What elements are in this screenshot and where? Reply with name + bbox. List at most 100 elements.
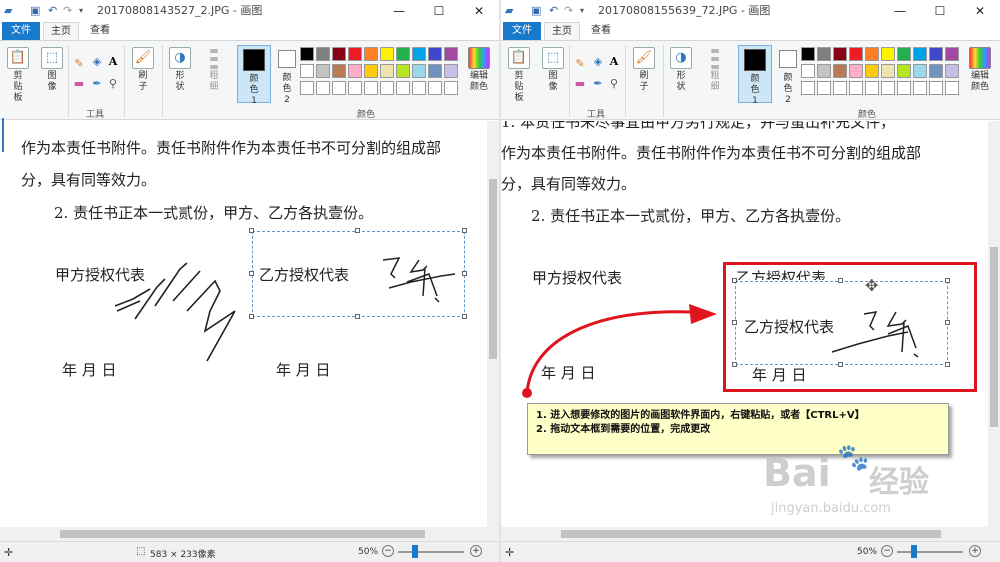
- pencil-icon[interactable]: ✎: [72, 57, 86, 71]
- save-icon[interactable]: ▣: [30, 4, 40, 18]
- canvas[interactable]: 1. 本责任书未尽事宜由甲方另行规定，并与蛮出补充文件， 作为本责任书附件。责任…: [501, 121, 988, 527]
- eraser-icon[interactable]: ▬: [573, 77, 587, 91]
- resize-handle[interactable]: [462, 271, 467, 276]
- image-button[interactable]: ⬚ 图像: [38, 47, 66, 93]
- color-picker-icon[interactable]: ✒: [90, 77, 104, 91]
- quick-access-dropdown-icon[interactable]: ▾: [580, 4, 584, 18]
- resize-handle[interactable]: [249, 271, 254, 276]
- resize-handle[interactable]: [249, 314, 254, 319]
- color-swatch[interactable]: [801, 81, 815, 95]
- color-swatch[interactable]: [396, 64, 410, 78]
- close-button[interactable]: ✕: [459, 0, 499, 22]
- magnifier-icon[interactable]: ⚲: [106, 77, 120, 91]
- shapes-button[interactable]: ◑ 形状: [667, 47, 695, 93]
- color-swatch[interactable]: [348, 64, 362, 78]
- color-swatch[interactable]: [412, 47, 426, 61]
- resize-handle[interactable]: [462, 314, 467, 319]
- brush-button[interactable]: 🖌 刷子: [630, 47, 658, 93]
- color-swatch[interactable]: [348, 47, 362, 61]
- color-swatch[interactable]: [364, 64, 378, 78]
- color-swatch[interactable]: [881, 81, 895, 95]
- color-swatch[interactable]: [913, 47, 927, 61]
- color-swatch[interactable]: [444, 47, 458, 61]
- zoom-in-button[interactable]: +: [470, 545, 482, 557]
- image-button[interactable]: ⬚ 图像: [539, 47, 567, 93]
- color-swatch[interactable]: [833, 47, 847, 61]
- color-swatch[interactable]: [817, 81, 831, 95]
- color-swatch[interactable]: [929, 64, 943, 78]
- color-swatch[interactable]: [300, 64, 314, 78]
- redo-icon[interactable]: ↷: [63, 4, 72, 18]
- color-swatch[interactable]: [332, 47, 346, 61]
- undo-icon[interactable]: ↶: [48, 4, 57, 18]
- color-swatch[interactable]: [380, 64, 394, 78]
- resize-handle[interactable]: [249, 228, 254, 233]
- color-swatch[interactable]: [865, 47, 879, 61]
- color-swatch[interactable]: [913, 81, 927, 95]
- maximize-button[interactable]: ☐: [920, 0, 960, 22]
- color-swatch[interactable]: [801, 64, 815, 78]
- color-swatch[interactable]: [364, 81, 378, 95]
- color-swatch[interactable]: [316, 47, 330, 61]
- color-swatch[interactable]: [913, 64, 927, 78]
- tab-view[interactable]: 查看: [82, 22, 118, 40]
- color-swatch[interactable]: [897, 64, 911, 78]
- tab-view[interactable]: 查看: [583, 22, 619, 40]
- edit-colors-button[interactable]: 编辑颜色: [465, 47, 493, 93]
- color1-button[interactable]: 颜色 1: [738, 45, 772, 106]
- zoom-slider-thumb[interactable]: [911, 545, 917, 558]
- color-swatch[interactable]: [817, 64, 831, 78]
- canvas[interactable]: 作为本责任书附件。责任书附件作为本责任书不可分割的组成部 分，具有同等效力。 2…: [0, 121, 487, 527]
- vertical-scrollbar[interactable]: [988, 121, 1000, 527]
- horizontal-scrollbar[interactable]: [0, 527, 499, 541]
- color-swatch[interactable]: [300, 47, 314, 61]
- brush-button[interactable]: 🖌 刷子: [129, 47, 157, 93]
- magnifier-icon[interactable]: ⚲: [607, 77, 621, 91]
- color2-button[interactable]: 颜色 2: [773, 45, 803, 106]
- color-swatch[interactable]: [801, 47, 815, 61]
- tab-home[interactable]: 主页: [43, 22, 79, 40]
- clipboard-button[interactable]: 📋 剪贴板: [505, 47, 533, 104]
- color-swatch[interactable]: [945, 64, 959, 78]
- color-swatch[interactable]: [428, 81, 442, 95]
- horizontal-scroll-thumb[interactable]: [60, 530, 425, 538]
- color-swatch[interactable]: [364, 47, 378, 61]
- zoom-out-button[interactable]: −: [881, 545, 893, 557]
- zoom-in-button[interactable]: +: [969, 545, 981, 557]
- minimize-button[interactable]: —: [880, 0, 920, 22]
- color-swatch[interactable]: [849, 47, 863, 61]
- color-swatch[interactable]: [444, 64, 458, 78]
- fill-icon[interactable]: ◈: [591, 55, 605, 69]
- color-swatch[interactable]: [316, 81, 330, 95]
- eraser-icon[interactable]: ▬: [72, 77, 86, 91]
- color-swatch[interactable]: [865, 64, 879, 78]
- color-swatch[interactable]: [929, 47, 943, 61]
- vertical-scroll-thumb[interactable]: [990, 247, 998, 427]
- edit-colors-button[interactable]: 编辑颜色: [966, 47, 994, 93]
- color-swatch[interactable]: [412, 64, 426, 78]
- color-swatch[interactable]: [945, 81, 959, 95]
- tab-home[interactable]: 主页: [544, 22, 580, 40]
- color-swatch[interactable]: [833, 64, 847, 78]
- zoom-out-button[interactable]: −: [382, 545, 394, 557]
- text-icon[interactable]: A: [607, 55, 621, 69]
- resize-handle[interactable]: [462, 228, 467, 233]
- maximize-button[interactable]: ☐: [419, 0, 459, 22]
- color-swatch[interactable]: [444, 81, 458, 95]
- color-swatch[interactable]: [929, 81, 943, 95]
- close-button[interactable]: ✕: [960, 0, 1000, 22]
- zoom-slider-track[interactable]: [398, 551, 464, 553]
- resize-handle[interactable]: [355, 314, 360, 319]
- tab-file[interactable]: 文件: [503, 22, 541, 40]
- color-swatch[interactable]: [833, 81, 847, 95]
- color-swatch[interactable]: [412, 81, 426, 95]
- size-button[interactable]: ═ ═ ═ 粗细: [701, 45, 729, 93]
- clipboard-button[interactable]: 📋 剪贴板: [4, 47, 32, 104]
- color-swatch[interactable]: [348, 81, 362, 95]
- color-swatch[interactable]: [396, 47, 410, 61]
- shapes-button[interactable]: ◑ 形状: [166, 47, 194, 93]
- text-icon[interactable]: A: [106, 55, 120, 69]
- vertical-scrollbar[interactable]: [487, 121, 499, 527]
- color-swatch[interactable]: [881, 64, 895, 78]
- zoom-slider-track[interactable]: [897, 551, 963, 553]
